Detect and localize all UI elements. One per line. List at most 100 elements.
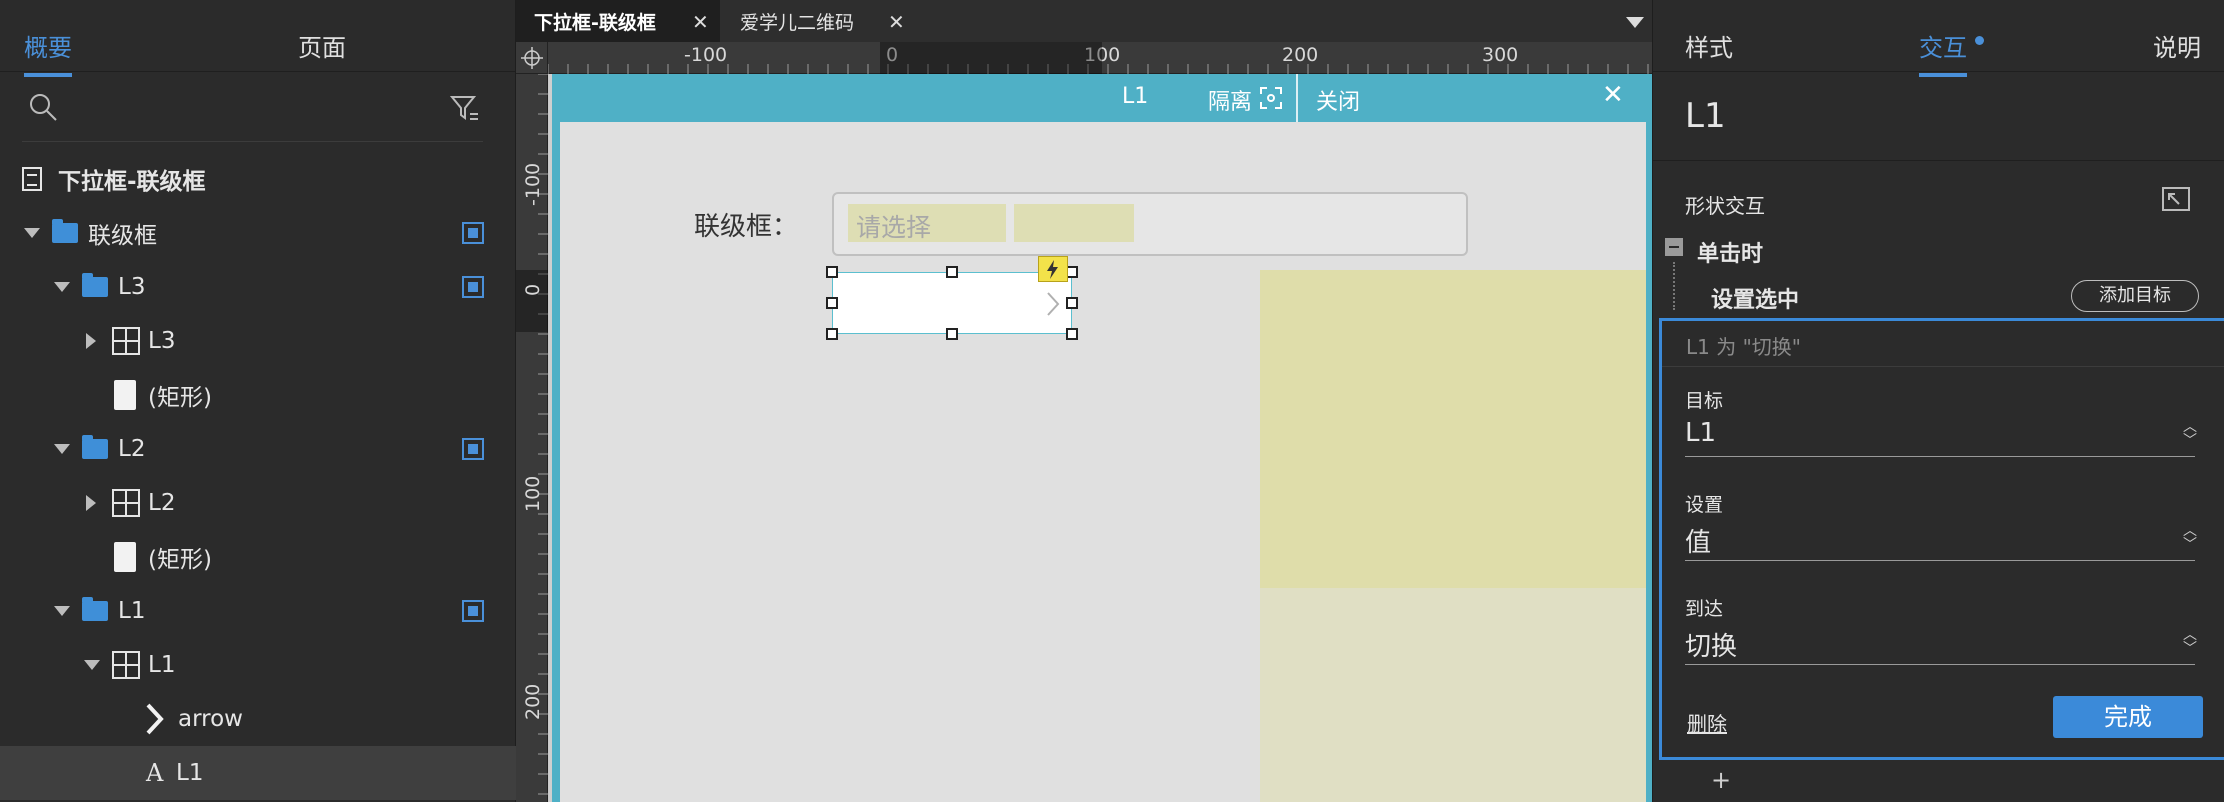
visibility-icon[interactable] — [462, 600, 484, 622]
collapse-icon[interactable] — [86, 333, 96, 349]
ruler-label: -100 — [684, 44, 728, 66]
visibility-icon[interactable] — [462, 438, 484, 460]
delete-link[interactable]: 删除 — [1687, 708, 1727, 737]
tree-item-label: L1 — [176, 760, 204, 786]
tree-item-label: L1 — [118, 598, 146, 624]
tab-dropdown-cascade[interactable]: 下拉框-联级框 ✕ — [516, 0, 720, 42]
filter-icon[interactable] — [450, 94, 480, 122]
add-action-button[interactable]: + — [1711, 766, 1731, 794]
l3-panel[interactable] — [1260, 588, 1646, 802]
tree-item-page[interactable]: 下拉框-联级框 — [0, 152, 516, 206]
to-updown-icon[interactable]: ︿ ﹀ — [2183, 628, 2197, 656]
isolation-title: L1 — [1122, 84, 1149, 109]
collapse-icon[interactable] — [86, 495, 96, 511]
expand-icon[interactable] — [54, 444, 70, 454]
tree-item-folder[interactable]: L1 — [0, 584, 516, 638]
expand-icon[interactable] — [84, 660, 100, 670]
resize-handle[interactable] — [946, 266, 958, 278]
action-editor: L1 为 "切换" — [1659, 318, 2224, 760]
cascade-field-label: 联级框： — [694, 212, 799, 242]
lightning-icon — [1047, 260, 1058, 279]
interaction-badge[interactable] — [1038, 256, 1068, 282]
close-tab-icon[interactable]: ✕ — [888, 10, 905, 34]
isolate-icon[interactable] — [1260, 87, 1282, 109]
expand-icon[interactable] — [54, 606, 70, 616]
select-placeholder: 请选择 — [856, 213, 932, 242]
collapse-event-icon[interactable] — [1665, 238, 1683, 256]
tree-item-label: (矩形) — [148, 547, 212, 573]
ruler-corner[interactable] — [516, 42, 548, 74]
tree-item-label: arrow — [178, 706, 243, 732]
tab-qrcode[interactable]: 爱学儿二维码 ✕ — [720, 0, 910, 42]
tree-item-rectangle[interactable]: (矩形) — [0, 368, 516, 422]
to-select[interactable]: 切换 — [1685, 626, 1737, 663]
action-label[interactable]: 设置选中 — [1711, 282, 1799, 314]
resize-handle[interactable] — [826, 328, 838, 340]
tab-pages[interactable]: 页面 — [298, 28, 346, 63]
ruler-selection-highlight — [880, 42, 1102, 74]
folder-icon — [82, 435, 108, 459]
set-select[interactable]: 值 — [1685, 522, 1711, 559]
tab-interactions[interactable]: 交互 — [1919, 28, 1967, 77]
visibility-icon[interactable] — [462, 222, 484, 244]
interaction-window-icon[interactable] — [2161, 186, 2191, 214]
target-select[interactable]: L1 — [1685, 418, 1716, 448]
tree-item-label: L2 — [148, 490, 176, 516]
close-icon[interactable]: ✕ — [1602, 80, 1624, 110]
tab-notes[interactable]: 说明 — [2153, 28, 2201, 63]
tree-item-label: L2 — [118, 436, 146, 462]
rectangle-icon — [114, 380, 136, 410]
target-updown-icon[interactable]: ︿ ﹀ — [2183, 420, 2197, 448]
tree-item-dynamic-panel[interactable]: L1 — [0, 638, 516, 692]
outline-search — [0, 72, 515, 142]
tab-outline[interactable]: 概要 — [24, 28, 72, 77]
tree-item-rectangle[interactable]: (矩形) — [0, 530, 516, 584]
event-label[interactable]: 单击时 — [1697, 236, 1763, 268]
tree-item-label: L3 — [148, 328, 176, 354]
tree-item-text[interactable]: A L1 — [0, 746, 516, 800]
tree-item-folder[interactable]: L3 — [0, 260, 516, 314]
tab-style[interactable]: 样式 — [1685, 28, 1733, 63]
visibility-icon[interactable] — [462, 276, 484, 298]
l1-widget-selected[interactable] — [832, 272, 1072, 334]
resize-handle[interactable] — [826, 297, 838, 309]
section-divider — [1653, 160, 2224, 161]
tree-item-dynamic-panel[interactable]: L2 — [0, 476, 516, 530]
resize-handle[interactable] — [826, 266, 838, 278]
design-page[interactable]: 联级框： 请选择 — [560, 122, 1646, 802]
l2-panel[interactable] — [1260, 270, 1646, 588]
tree-item-folder[interactable]: L2 — [0, 422, 516, 476]
close-tab-icon[interactable]: ✕ — [692, 10, 709, 34]
element-name[interactable]: L1 — [1685, 96, 1726, 136]
target-label: 目标 — [1685, 390, 1724, 412]
resize-handle[interactable] — [946, 328, 958, 340]
rectangle-icon — [114, 542, 136, 572]
crosshair-icon — [521, 47, 543, 69]
tree-item-label: 联级框 — [88, 223, 157, 249]
tree-item-folder[interactable]: 联级框 — [0, 206, 516, 260]
expand-icon[interactable] — [24, 228, 40, 238]
tree-item-label: L3 — [118, 274, 146, 300]
tree-item-dynamic-panel[interactable]: L3 — [0, 314, 516, 368]
resize-handle[interactable] — [1066, 328, 1078, 340]
cascade-select-box[interactable]: 请选择 — [832, 192, 1468, 256]
ruler-label: -100 — [522, 162, 544, 206]
modified-dot-icon — [1975, 36, 1984, 45]
isolate-button[interactable]: 隔离 — [1208, 84, 1252, 116]
editor-area: 下拉框-联级框 ✕ 爱学儿二维码 ✕ -100 0 100 200 300 -1… — [516, 0, 1652, 802]
text-widget-icon: A — [146, 759, 164, 787]
expand-icon[interactable] — [54, 282, 70, 292]
field-underline — [1685, 664, 2195, 665]
ruler-selection-highlight — [516, 270, 548, 332]
tree-item-shape[interactable]: arrow — [0, 692, 516, 746]
tabs-menu-icon[interactable] — [1626, 17, 1644, 28]
cascade-segment — [1014, 204, 1134, 242]
add-target-button[interactable]: 添加目标 — [2071, 280, 2199, 312]
search-icon[interactable] — [28, 92, 58, 122]
done-button[interactable]: 完成 — [2053, 696, 2203, 738]
resize-handle[interactable] — [1066, 297, 1078, 309]
isolation-bar: L1 隔离 关闭 ✕ — [552, 74, 1652, 122]
set-updown-icon[interactable]: ︿ ﹀ — [2183, 524, 2197, 552]
chevron-right-icon — [146, 703, 164, 735]
close-isolation-button[interactable]: 关闭 — [1316, 84, 1360, 116]
